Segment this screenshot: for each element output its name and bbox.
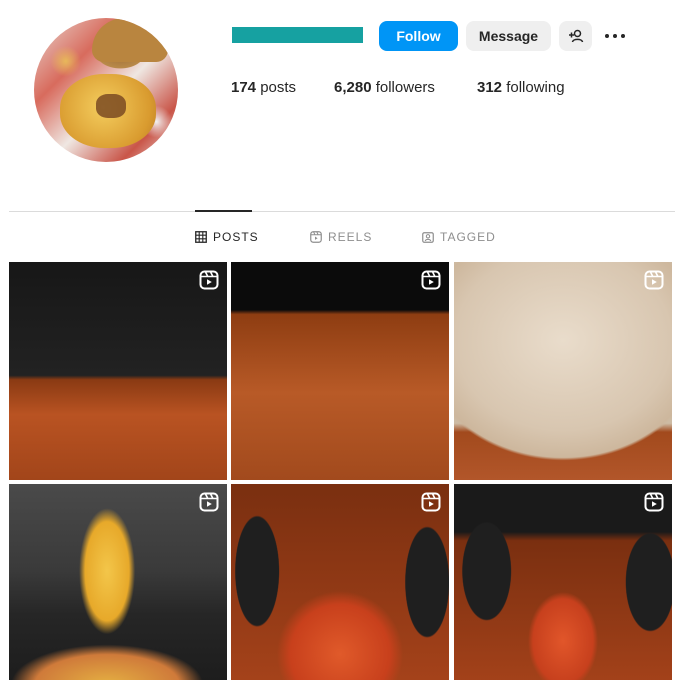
add-user-icon (568, 29, 583, 43)
reels-icon (199, 492, 219, 512)
post-tile-6[interactable] (454, 484, 672, 680)
message-button[interactable]: Message (466, 21, 551, 51)
avatar-burger (92, 18, 168, 62)
reels-icon (421, 492, 441, 512)
following-stat[interactable]: 312 following (477, 79, 565, 96)
following-label: following (506, 79, 565, 96)
avatar-topping (96, 94, 126, 118)
follow-button[interactable]: Follow (379, 21, 458, 51)
post-tile-5[interactable] (231, 484, 449, 680)
username-redacted (232, 27, 363, 43)
tab-reels-label: REELS (328, 230, 373, 244)
reels-icon (644, 270, 664, 290)
reels-icon (199, 270, 219, 290)
post-tile-1[interactable] (9, 262, 227, 480)
followers-label: followers (375, 79, 435, 96)
tagged-icon (422, 232, 434, 243)
followers-count: 6,280 (334, 79, 372, 96)
posts-stat[interactable]: 174 posts (231, 79, 296, 96)
profile-avatar[interactable] (34, 18, 178, 162)
tab-tagged-label: TAGGED (440, 230, 496, 244)
post-tile-4[interactable] (9, 484, 227, 680)
tab-posts-label: POSTS (213, 230, 259, 244)
reels-icon (421, 270, 441, 290)
posts-count: 174 (231, 79, 257, 96)
more-options-button[interactable] (600, 23, 630, 49)
add-user-button[interactable] (559, 21, 592, 51)
reels-icon (644, 492, 664, 512)
tab-reels[interactable]: REELS (310, 230, 372, 244)
tab-tagged[interactable]: TAGGED (422, 230, 496, 244)
reels-icon (310, 231, 322, 243)
tabs-divider (9, 211, 675, 212)
following-count: 312 (477, 79, 503, 96)
followers-stat[interactable]: 6,280 followers (334, 79, 435, 96)
more-icon (603, 34, 627, 38)
tab-posts[interactable]: POSTS (195, 230, 259, 244)
post-tile-3[interactable] (454, 262, 672, 480)
posts-label: posts (260, 79, 297, 96)
grid-icon (195, 231, 207, 243)
active-tab-indicator (195, 210, 252, 212)
post-tile-2[interactable] (231, 262, 449, 480)
